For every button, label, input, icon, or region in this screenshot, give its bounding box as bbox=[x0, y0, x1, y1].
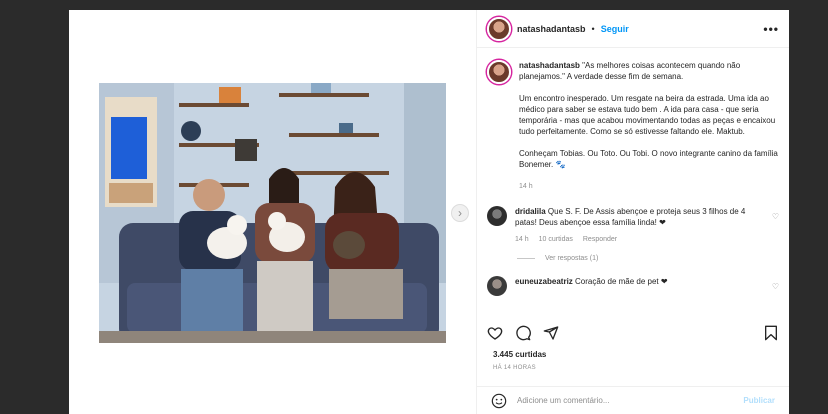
view-replies-label[interactable]: Ver respostas (1) bbox=[545, 255, 598, 262]
comment-item: euneuzabeatriz Coração de mãe de pet ❤ ♡ bbox=[487, 276, 779, 296]
bookmark-icon[interactable] bbox=[763, 325, 779, 341]
comment-text: Que S. F. De Assis abençoe e proteja seu… bbox=[515, 207, 746, 227]
post-modal: › natashadantasb • Seguir ••• natashadan… bbox=[69, 10, 789, 414]
likes-count[interactable]: 3.445 curtidas bbox=[493, 350, 546, 359]
comment-item: dridalila Que S. F. De Assis abençoe e p… bbox=[487, 206, 779, 245]
comment-bubble-icon[interactable] bbox=[515, 325, 531, 341]
follow-button[interactable]: Seguir bbox=[601, 24, 629, 34]
caption-p2: Um encontro inesperado. Um resgate na be… bbox=[519, 94, 776, 136]
author-username[interactable]: natashadantasb bbox=[517, 24, 586, 34]
comment-username[interactable]: euneuzabeatriz bbox=[515, 277, 573, 286]
caption-text: natashadantasb "As melhores coisas acont… bbox=[519, 60, 779, 192]
author-avatar[interactable] bbox=[487, 16, 511, 41]
like-comment-heart-icon[interactable]: ♡ bbox=[772, 282, 779, 291]
header-separator: • bbox=[591, 23, 595, 34]
posted-time: HÁ 14 HORAS bbox=[493, 365, 536, 371]
post-actions bbox=[477, 320, 789, 346]
top-bar bbox=[0, 0, 828, 10]
comment-likes[interactable]: 10 curtidas bbox=[539, 234, 573, 245]
next-photo-button[interactable]: › bbox=[451, 204, 469, 222]
like-heart-icon[interactable] bbox=[487, 325, 503, 341]
post-side-panel: natashadantasb • Seguir ••• natashadanta… bbox=[476, 10, 789, 414]
comment-text: Coração de mãe de pet ❤ bbox=[575, 277, 668, 286]
replies-line bbox=[517, 258, 535, 259]
caption-p3: Conheçam Tobias. Ou Toto. Ou Tobi. O nov… bbox=[519, 149, 778, 169]
post-photo bbox=[99, 83, 446, 343]
reply-button[interactable]: Responder bbox=[583, 234, 617, 245]
caption-time: 14 h bbox=[519, 183, 533, 190]
chevron-right-icon: › bbox=[458, 206, 462, 220]
post-header: natashadantasb • Seguir ••• bbox=[477, 10, 789, 48]
like-comment-heart-icon[interactable]: ♡ bbox=[772, 212, 779, 221]
post-media: › bbox=[69, 10, 476, 414]
photo-illustration bbox=[99, 83, 446, 343]
comment-username[interactable]: dridalila bbox=[515, 207, 546, 216]
comment-time: 14 h bbox=[515, 236, 529, 243]
comment-input[interactable] bbox=[517, 396, 734, 405]
comments-scroll[interactable]: natashadantasb "As melhores coisas acont… bbox=[477, 48, 789, 320]
emoji-icon[interactable] bbox=[491, 393, 507, 409]
more-options-icon[interactable]: ••• bbox=[763, 22, 779, 36]
comment-avatar[interactable] bbox=[487, 206, 507, 226]
comment-avatar[interactable] bbox=[487, 276, 507, 296]
add-comment-bar: Publicar bbox=[477, 386, 789, 414]
post-caption: natashadantasb "As melhores coisas acont… bbox=[487, 60, 779, 192]
caption-avatar[interactable] bbox=[487, 60, 511, 84]
caption-author[interactable]: natashadantasb bbox=[519, 61, 580, 70]
view-replies[interactable]: Ver respostas (1) bbox=[517, 255, 779, 262]
share-paper-plane-icon[interactable] bbox=[543, 325, 559, 341]
publish-button[interactable]: Publicar bbox=[743, 396, 775, 405]
